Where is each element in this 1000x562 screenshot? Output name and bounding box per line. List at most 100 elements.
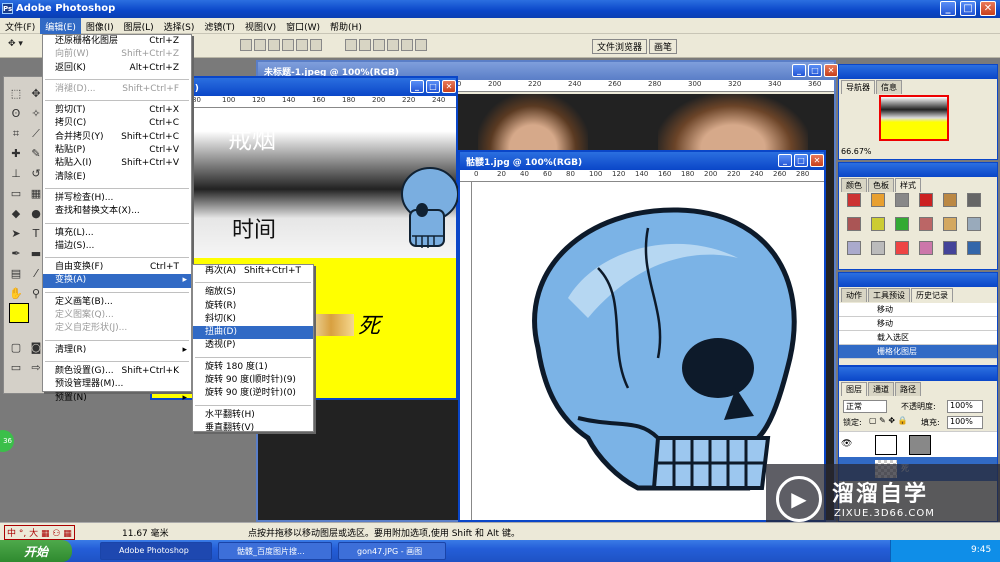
menu-item[interactable]: 粘贴入(I) Shift+Ctrl+V	[43, 157, 191, 170]
menu-select[interactable]: 选择(S)	[159, 18, 200, 34]
doc2-minimize-button[interactable]: _	[792, 64, 806, 77]
layer-row[interactable]: 👁	[839, 431, 997, 457]
menu-item[interactable]: 旋转 180 度(1)	[193, 361, 313, 374]
menu-filter[interactable]: 滤镜(T)	[199, 18, 240, 34]
style-swatch[interactable]	[871, 193, 885, 207]
style-swatch[interactable]	[943, 193, 957, 207]
menu-image[interactable]: 图像(I)	[81, 18, 119, 34]
navigator-zoom[interactable]: 66.67%	[841, 147, 872, 156]
menu-item[interactable]: 扭曲(D)	[193, 326, 313, 340]
align-buttons[interactable]	[240, 39, 324, 53]
tab-paths[interactable]: 路径	[895, 382, 921, 396]
menu-item[interactable]: 颜色设置(G)... Shift+Ctrl+K	[43, 365, 191, 378]
style-swatch[interactable]	[895, 241, 909, 255]
history-item[interactable]: 载入选区	[839, 331, 997, 345]
maximize-button[interactable]: □	[960, 1, 976, 16]
style-swatch[interactable]	[943, 241, 957, 255]
tab-info[interactable]: 信息	[876, 80, 902, 94]
style-swatch[interactable]	[895, 193, 909, 207]
menu-item[interactable]: 查找和替换文本(X)...	[43, 205, 191, 218]
menu-item[interactable]: 填充(L)...	[43, 227, 191, 240]
opacity-field[interactable]: 100%	[947, 400, 983, 413]
doc1-minimize-button[interactable]: _	[410, 80, 424, 93]
menu-item[interactable]: 预设管理器(M)...	[43, 378, 191, 391]
foreground-color-swatch[interactable]	[9, 303, 29, 323]
ime-indicator[interactable]: 中 °, 大 ▦ ⚇ ▦	[4, 525, 75, 540]
menu-item[interactable]: 拼写检查(H)...	[43, 192, 191, 205]
floating-widget[interactable]: 36	[0, 430, 14, 452]
menu-item[interactable]: 描边(S)...	[43, 240, 191, 253]
blur-tool-icon[interactable]: ◆	[7, 205, 25, 223]
style-swatch[interactable]	[847, 193, 861, 207]
menu-item[interactable]: 水平翻转(H)	[193, 409, 313, 422]
doc2-close-button[interactable]: ✕	[824, 64, 838, 77]
menu-item[interactable]: 旋转(R)	[193, 300, 313, 313]
doc3-maximize-button[interactable]: □	[794, 154, 808, 167]
brushes-tab[interactable]: 画笔	[649, 39, 678, 54]
menu-item[interactable]: 合并拷贝(Y) Shift+Ctrl+C	[43, 131, 191, 144]
menu-item[interactable]: 拷贝(C) Ctrl+C	[43, 117, 191, 130]
style-swatch[interactable]	[967, 217, 981, 231]
tab-actions[interactable]: 动作	[841, 288, 867, 302]
doc3-close-button[interactable]: ✕	[810, 154, 824, 167]
move-tool-icon[interactable]: ✥ ▾	[8, 39, 23, 53]
marquee-tool-icon[interactable]: ⬚	[7, 85, 25, 103]
menu-item[interactable]: 旋转 90 度(逆时针)(0)	[193, 387, 313, 400]
tab-layers[interactable]: 图层	[841, 382, 867, 396]
crop-tool-icon[interactable]: ⌗	[7, 125, 25, 143]
lock-icons[interactable]: ▢ ✎ ✥ 🔒	[869, 416, 908, 425]
stamp-tool-icon[interactable]: ⊥	[7, 165, 25, 183]
menu-item[interactable]: 自由变换(F) Ctrl+T	[43, 261, 191, 274]
tab-styles[interactable]: 样式	[895, 178, 921, 192]
healing-brush-icon[interactable]: ✚	[7, 145, 25, 163]
menu-item[interactable]: 预置(N) ▸	[43, 392, 191, 405]
file-browser-tab[interactable]: 文件浏览器	[592, 39, 648, 54]
minimize-button[interactable]: _	[940, 1, 956, 16]
notes-tool-icon[interactable]: ▤	[7, 265, 25, 283]
navigator-thumbnail[interactable]	[879, 95, 949, 141]
doc2-maximize-button[interactable]: □	[808, 64, 822, 77]
menu-file[interactable]: 文件(F)	[0, 18, 40, 34]
style-swatch[interactable]	[871, 241, 885, 255]
style-swatch[interactable]	[967, 193, 981, 207]
start-button[interactable]: 开始	[0, 540, 72, 562]
doc1-maximize-button[interactable]: □	[426, 80, 440, 93]
menu-item[interactable]: 旋转 90 度(顺时针)(9)	[193, 374, 313, 387]
menu-item[interactable]: 再次(A) Shift+Ctrl+T	[193, 265, 313, 278]
history-item[interactable]: 移动	[839, 303, 997, 317]
menu-item[interactable]: 清除(E)	[43, 171, 191, 184]
eye-icon[interactable]: 👁	[841, 439, 852, 449]
doc3-minimize-button[interactable]: _	[778, 154, 792, 167]
hand-tool-icon[interactable]: ✋	[7, 285, 25, 303]
menu-item[interactable]: 斜切(K)	[193, 313, 313, 326]
menu-layer[interactable]: 图层(L)	[119, 18, 159, 34]
task-photoshop[interactable]: Adobe Photoshop	[100, 542, 212, 560]
tab-navigator[interactable]: 导航器	[841, 80, 875, 94]
style-swatch[interactable]	[895, 217, 909, 231]
screen-mode-icon[interactable]: ▭	[7, 359, 25, 377]
tab-color[interactable]: 颜色	[841, 178, 867, 192]
quickmask-off-icon[interactable]: ▢	[7, 339, 25, 357]
style-swatch[interactable]	[967, 241, 981, 255]
menu-item[interactable]: 粘贴(P) Ctrl+V	[43, 144, 191, 157]
pen-tool-icon[interactable]: ✒	[7, 245, 25, 263]
history-item[interactable]: 移动	[839, 317, 997, 331]
style-swatch[interactable]	[943, 217, 957, 231]
style-swatch[interactable]	[919, 241, 933, 255]
fill-field[interactable]: 100%	[947, 416, 983, 429]
close-button[interactable]: ✕	[980, 1, 996, 16]
distribute-buttons[interactable]	[345, 39, 429, 53]
path-select-icon[interactable]: ➤	[7, 225, 25, 243]
menu-help[interactable]: 帮助(H)	[325, 18, 367, 34]
tab-history[interactable]: 历史记录	[911, 288, 953, 302]
lasso-tool-icon[interactable]: ʘ	[7, 105, 25, 123]
menu-item[interactable]: 透视(P)	[193, 339, 313, 352]
style-swatch[interactable]	[847, 241, 861, 255]
menu-view[interactable]: 视图(V)	[240, 18, 281, 34]
menu-item[interactable]: 剪切(T) Ctrl+X	[43, 104, 191, 117]
style-swatch[interactable]	[919, 193, 933, 207]
menu-item[interactable]: 变换(A) ▸	[43, 274, 191, 288]
style-swatch[interactable]	[871, 217, 885, 231]
history-item[interactable]: 栅格化图层	[839, 345, 997, 359]
tab-tool-presets[interactable]: 工具预设	[868, 288, 910, 302]
